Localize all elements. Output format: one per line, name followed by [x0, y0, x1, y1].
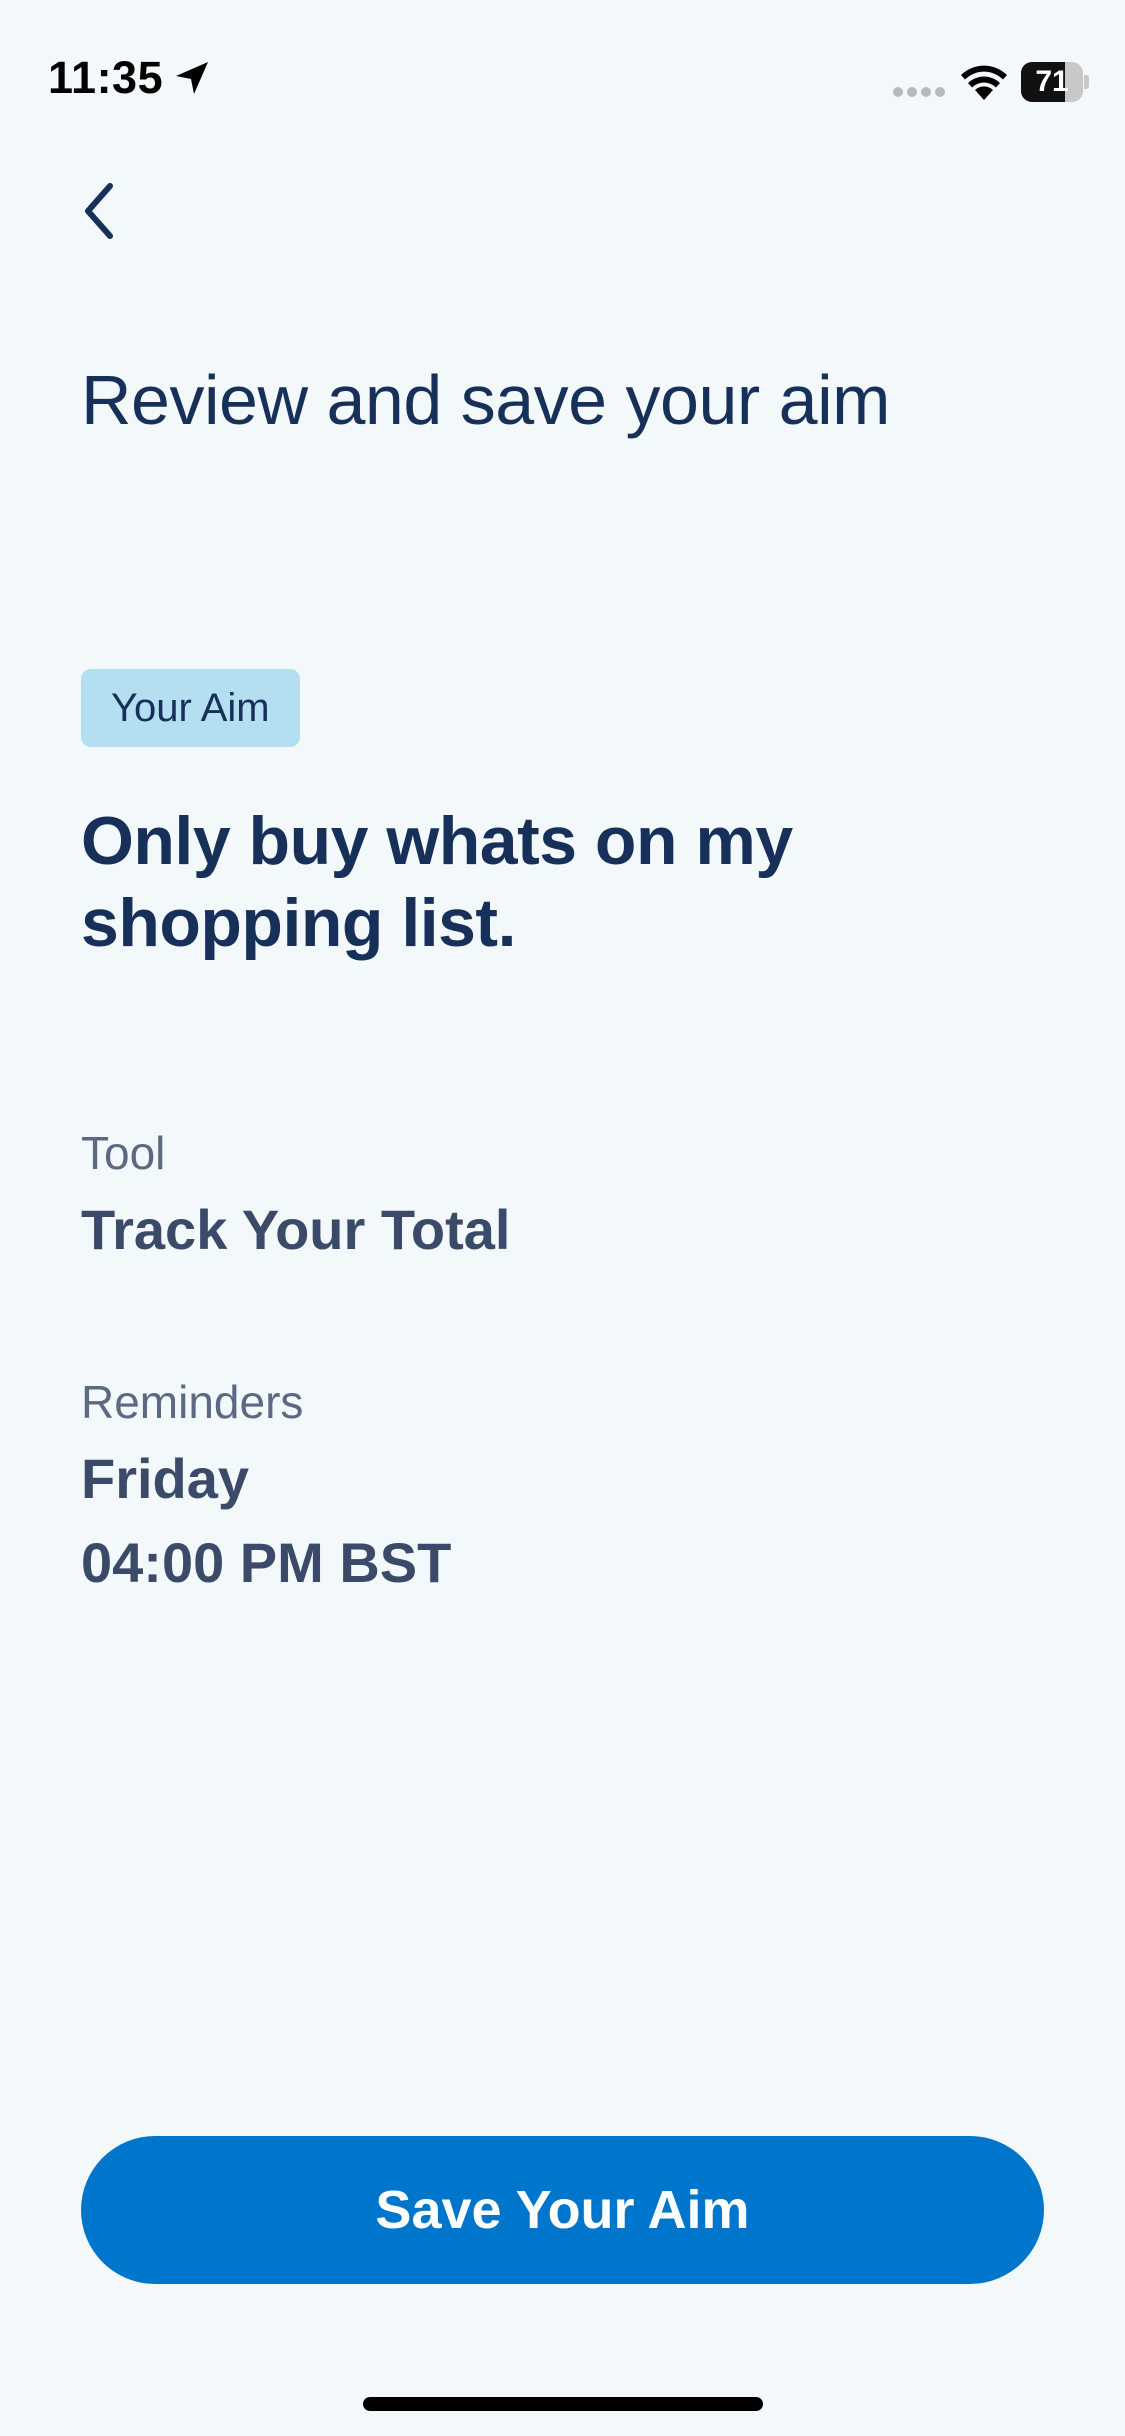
back-button[interactable]	[70, 170, 130, 250]
aim-text: Only buy whats on my shopping list.	[81, 803, 793, 961]
status-bar: 11:35 71	[0, 0, 1125, 150]
tool-label: Tool	[81, 1127, 166, 1179]
wifi-icon	[961, 65, 1007, 100]
your-aim-badge: Your Aim	[81, 669, 300, 747]
screen: 11:35 71 Review and save your aim Your A…	[0, 0, 1125, 2436]
status-time: 11:35	[48, 52, 164, 103]
tool-value: Track Your Total	[81, 1198, 511, 1261]
reminders-label: Reminders	[81, 1376, 304, 1428]
chevron-left-icon	[85, 183, 113, 239]
page-title: Review and save your aim	[81, 361, 890, 439]
home-indicator[interactable]	[363, 2397, 763, 2411]
battery-level: 71	[1035, 65, 1069, 98]
battery-icon: 71	[1021, 62, 1089, 102]
battery-body: 71	[1021, 62, 1083, 102]
battery-cap	[1084, 75, 1089, 89]
location-arrow-icon	[176, 62, 208, 94]
reminder-day: Friday	[81, 1447, 250, 1510]
signal-icon	[893, 87, 945, 97]
reminder-time: 04:00 PM BST	[81, 1531, 452, 1594]
save-your-aim-button[interactable]: Save Your Aim	[81, 2136, 1044, 2284]
